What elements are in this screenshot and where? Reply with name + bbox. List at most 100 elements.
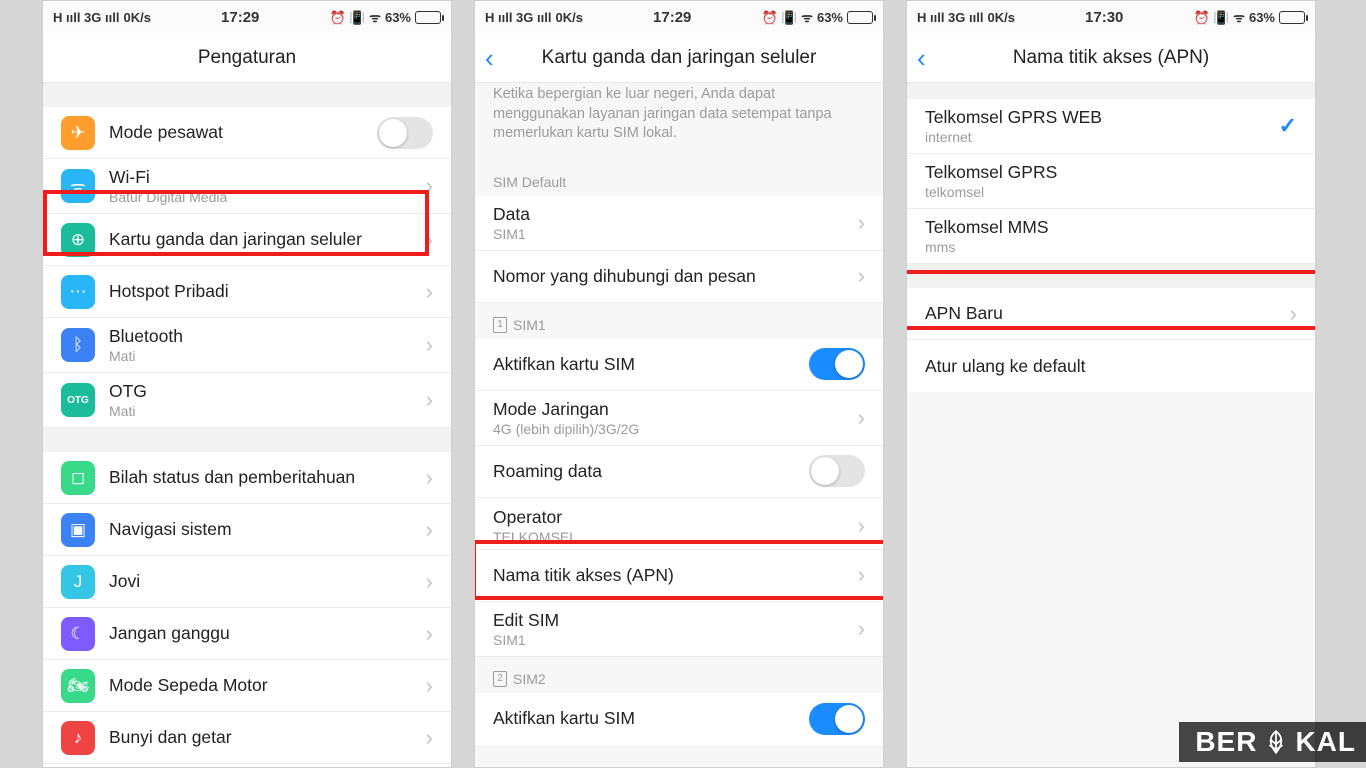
header: ‹ Nama titik akses (APN) xyxy=(907,33,1315,83)
row-otg[interactable]: OTG OTGMati › xyxy=(43,373,451,428)
signal-icon: H ııll 3G ııll xyxy=(917,10,983,25)
chevron-right-icon: › xyxy=(426,175,433,197)
nav-icon: ▣ xyxy=(61,513,95,547)
row-activate-sim2[interactable]: Aktifkan kartu SIM xyxy=(475,693,883,745)
row-dnd[interactable]: ☾ Jangan ganggu › xyxy=(43,608,451,660)
section-sim-default: SIM Default xyxy=(475,156,883,196)
otg-icon: OTG xyxy=(61,383,95,417)
intro-text: Ketika bepergian ke luar negeri, Anda da… xyxy=(475,83,883,156)
status-bar: H ııll 3G ııll 0K/s 17:29 ⏰ 📳 ᯤ 63% xyxy=(475,1,883,33)
row-airplane[interactable]: ✈ Mode pesawat xyxy=(43,107,451,159)
section-sim2: 2SIM2 xyxy=(475,657,883,693)
row-jovi[interactable]: J Jovi › xyxy=(43,556,451,608)
chevron-right-icon: › xyxy=(858,618,865,640)
leaf-icon xyxy=(1263,729,1289,755)
row-edit-sim[interactable]: Edit SIMSIM1 › xyxy=(475,602,883,657)
chevron-right-icon: › xyxy=(858,407,865,429)
row-apn[interactable]: Nama titik akses (APN) › xyxy=(475,550,883,602)
signal-icon: H ııll 3G ııll xyxy=(53,10,119,25)
row-network-mode[interactable]: Mode Jaringan4G (lebih dipilih)/3G/2G › xyxy=(475,391,883,446)
airplane-toggle[interactable] xyxy=(377,117,433,149)
battery-icon xyxy=(847,11,873,24)
chevron-right-icon: › xyxy=(426,675,433,697)
net-speed: 0K/s xyxy=(987,10,1014,25)
chevron-right-icon: › xyxy=(858,212,865,234)
chevron-right-icon: › xyxy=(426,623,433,645)
row-number[interactable]: Nomor yang dihubungi dan pesan › xyxy=(475,251,883,303)
status-icons: ⏰ 📳 ᯤ xyxy=(1194,8,1245,26)
clock: 17:30 xyxy=(1085,9,1123,26)
chevron-right-icon: › xyxy=(858,265,865,287)
net-speed: 0K/s xyxy=(123,10,150,25)
row-roaming[interactable]: Roaming data xyxy=(475,446,883,498)
hotspot-icon: ⋯ xyxy=(61,275,95,309)
row-reset-apn[interactable]: Atur ulang ke default xyxy=(907,340,1315,392)
row-wifi[interactable]: ᯤ Wi-FiBatur Digital Media › xyxy=(43,159,451,214)
motorbike-icon: 🏍 xyxy=(61,669,95,703)
net-speed: 0K/s xyxy=(555,10,582,25)
chevron-right-icon: › xyxy=(426,281,433,303)
battery-pct: 63% xyxy=(817,10,843,25)
row-bluetooth[interactable]: ᛒ BluetoothMati › xyxy=(43,318,451,373)
status-bar: H ııll 3G ııll 0K/s 17:30 ⏰ 📳 ᯤ 63% xyxy=(907,1,1315,33)
row-nav[interactable]: ▣ Navigasi sistem › xyxy=(43,504,451,556)
back-button[interactable]: ‹ xyxy=(917,45,926,71)
row-operator[interactable]: OperatorTELKOMSEL › xyxy=(475,498,883,550)
sim2-toggle[interactable] xyxy=(809,703,865,735)
chevron-right-icon: › xyxy=(858,515,865,537)
header: Pengaturan xyxy=(43,33,451,83)
row-new-apn[interactable]: APN Baru › xyxy=(907,288,1315,340)
clock: 17:29 xyxy=(653,9,691,26)
check-icon: ✓ xyxy=(1279,113,1297,139)
chevron-right-icon: › xyxy=(426,571,433,593)
chevron-right-icon: › xyxy=(426,389,433,411)
page-title: Nama titik akses (APN) xyxy=(1013,47,1209,69)
statusbar-icon: ◻ xyxy=(61,461,95,495)
row-data[interactable]: DataSIM1 › xyxy=(475,196,883,251)
sim1-toggle[interactable] xyxy=(809,348,865,380)
chevron-right-icon: › xyxy=(858,564,865,586)
header: ‹ Kartu ganda dan jaringan seluler xyxy=(475,33,883,83)
row-display[interactable]: ☀ Tampilan dan kecerahan › xyxy=(43,764,451,768)
page-title: Kartu ganda dan jaringan seluler xyxy=(542,47,817,69)
chevron-right-icon: › xyxy=(426,727,433,749)
clock: 17:29 xyxy=(221,9,259,26)
row-sound[interactable]: ♪ Bunyi dan getar › xyxy=(43,712,451,764)
apn-item[interactable]: Telkomsel GPRStelkomsel xyxy=(907,154,1315,209)
wifi-icon: ᯤ xyxy=(61,169,95,203)
chevron-right-icon: › xyxy=(426,467,433,489)
phone-2-network: H ııll 3G ııll 0K/s 17:29 ⏰ 📳 ᯤ 63% ‹ Ka… xyxy=(474,0,884,768)
watermark: BER KAL xyxy=(1179,722,1366,762)
status-bar: H ııll 3G ııll 0K/s 17:29 ⏰ 📳 ᯤ 63% xyxy=(43,1,451,33)
moon-icon: ☾ xyxy=(61,617,95,651)
row-activate-sim1[interactable]: Aktifkan kartu SIM xyxy=(475,339,883,391)
apn-item[interactable]: Telkomsel MMSmms xyxy=(907,209,1315,264)
row-dual-sim[interactable]: ⊕ Kartu ganda dan jaringan seluler › xyxy=(43,214,451,266)
chevron-right-icon: › xyxy=(426,334,433,356)
battery-pct: 63% xyxy=(385,10,411,25)
status-icons: ⏰ 📳 ᯤ xyxy=(762,8,813,26)
battery-icon xyxy=(415,11,441,24)
sound-icon: ♪ xyxy=(61,721,95,755)
chevron-right-icon: › xyxy=(1290,303,1297,325)
globe-icon: ⊕ xyxy=(61,223,95,257)
phone-3-apn: H ııll 3G ııll 0K/s 17:30 ⏰ 📳 ᯤ 63% ‹ Na… xyxy=(906,0,1316,768)
bluetooth-icon: ᛒ xyxy=(61,328,95,362)
chevron-right-icon: › xyxy=(426,229,433,251)
battery-pct: 63% xyxy=(1249,10,1275,25)
airplane-icon: ✈ xyxy=(61,116,95,150)
row-motorbike[interactable]: 🏍 Mode Sepeda Motor › xyxy=(43,660,451,712)
back-button[interactable]: ‹ xyxy=(485,45,494,71)
section-sim1: 1SIM1 xyxy=(475,303,883,339)
status-icons: ⏰ 📳 ᯤ xyxy=(330,8,381,26)
battery-icon xyxy=(1279,11,1305,24)
row-statusbar-notif[interactable]: ◻ Bilah status dan pemberitahuan › xyxy=(43,452,451,504)
row-hotspot[interactable]: ⋯ Hotspot Pribadi › xyxy=(43,266,451,318)
roaming-toggle[interactable] xyxy=(809,455,865,487)
page-title: Pengaturan xyxy=(198,47,296,69)
signal-icon: H ııll 3G ııll xyxy=(485,10,551,25)
jovi-icon: J xyxy=(61,565,95,599)
chevron-right-icon: › xyxy=(426,519,433,541)
apn-item[interactable]: Telkomsel GPRS WEBinternet ✓ xyxy=(907,99,1315,154)
phone-1-settings: H ııll 3G ııll 0K/s 17:29 ⏰ 📳 ᯤ 63% Peng… xyxy=(42,0,452,768)
